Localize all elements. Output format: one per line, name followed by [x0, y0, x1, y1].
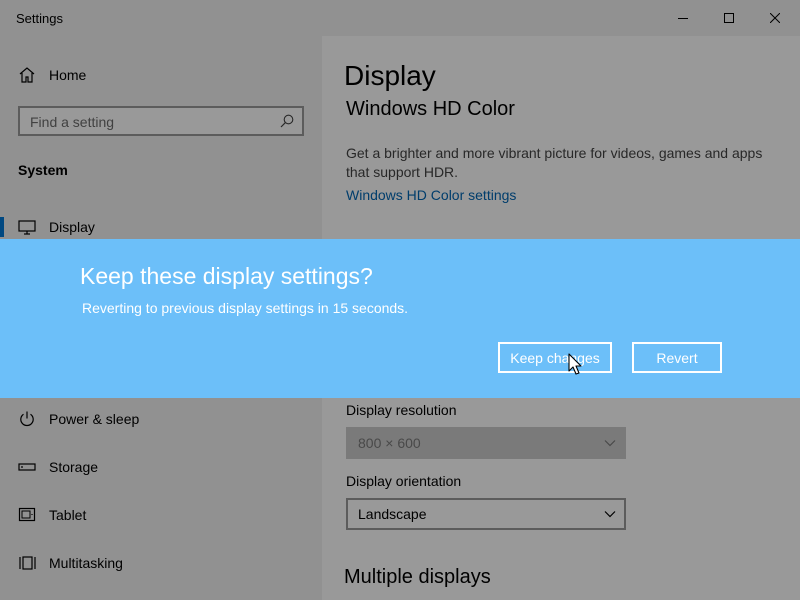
keep-display-settings-dialog: Keep these display settings? Reverting t… [0, 239, 800, 398]
mouse-cursor-icon [568, 353, 582, 375]
dialog-title: Keep these display settings? [80, 263, 373, 289]
dialog-message: Reverting to previous display settings i… [82, 300, 409, 316]
revert-button[interactable]: Revert [632, 342, 722, 373]
keep-changes-button[interactable]: Keep changes [498, 342, 612, 373]
